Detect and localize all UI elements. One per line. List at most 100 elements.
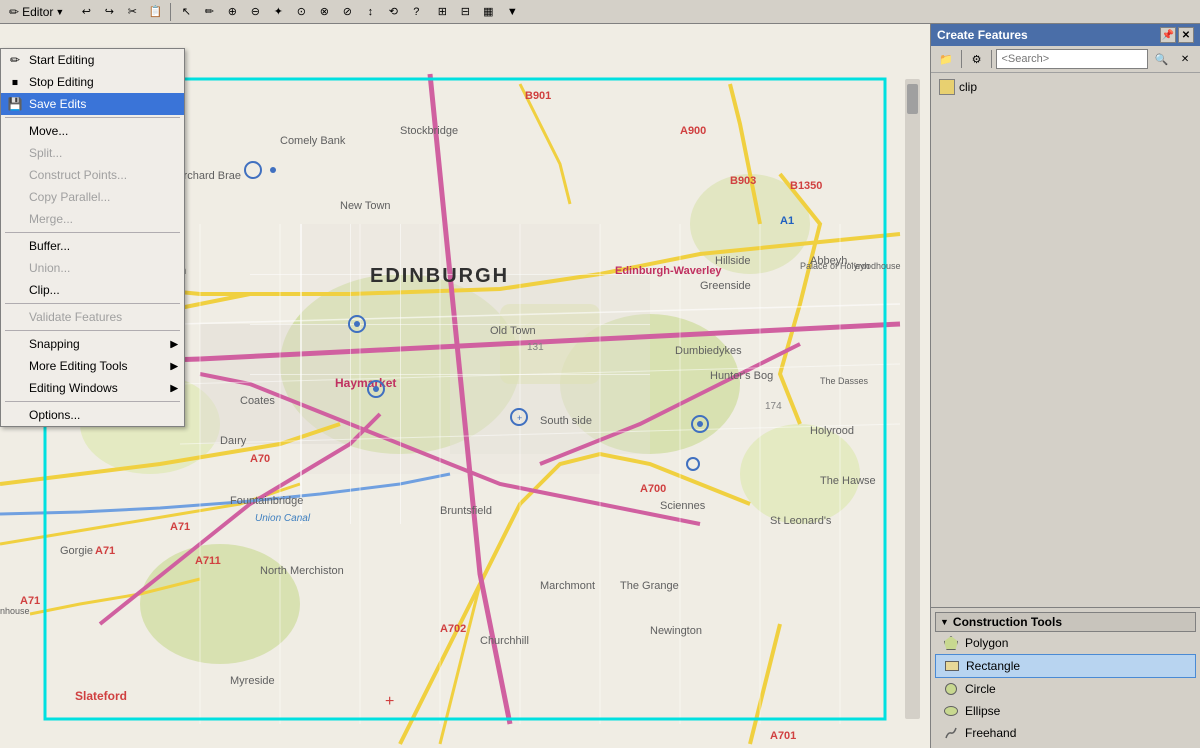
menu-item-snapping[interactable]: Snapping ▶	[1, 333, 184, 355]
svg-text:The Dasses: The Dasses	[820, 376, 869, 386]
svg-text:Holyrood: Holyrood	[810, 425, 854, 437]
construction-tool-polygon[interactable]: Polygon	[935, 632, 1196, 654]
panel-close-button[interactable]: ✕	[1178, 27, 1194, 43]
svg-text:Haymarket: Haymarket	[335, 376, 396, 390]
panel-header: Create Features 📌 ✕	[931, 24, 1200, 46]
menu-item-options[interactable]: Options...	[1, 404, 184, 426]
panel-clear-btn[interactable]: ✕	[1174, 48, 1196, 70]
svg-text:Stockbridge: Stockbridge	[400, 125, 458, 137]
menu-item-save-edits[interactable]: 💾 Save Edits	[1, 93, 184, 115]
panel-pin-button[interactable]: 📌	[1160, 27, 1176, 43]
dropdown-arrow-icon: ▼	[55, 7, 64, 17]
toolbar-btn-10[interactable]: ⊙	[290, 1, 312, 23]
svg-text:Palace of Holyroodhouse: Palace of Holyroodhouse	[800, 261, 901, 271]
toolbar-btn-3[interactable]: ✂	[121, 1, 143, 23]
ellipse-label: Ellipse	[965, 704, 1000, 718]
ellipse-icon	[943, 703, 959, 719]
svg-text:Churchhill: Churchhill	[480, 635, 529, 647]
start-editing-icon: ✏	[7, 52, 23, 68]
toolbar-btn-15[interactable]: ?	[405, 1, 427, 23]
svg-text:A700: A700	[640, 483, 666, 495]
construction-tool-circle[interactable]: Circle	[935, 678, 1196, 700]
svg-text:nhouse: nhouse	[0, 606, 30, 616]
menu-item-stop-editing[interactable]: ⏹ Stop Editing	[1, 71, 184, 93]
toolbar: ✏ Editor ▼ ↩ ↪ ✂ 📋 ↖ ✏ ⊕ ⊖ ✦ ⊙ ⊗ ⊘ ↕ ⟲ ?…	[0, 0, 1200, 24]
svg-text:A70: A70	[250, 453, 270, 465]
toolbar-view-1[interactable]: ⊞	[431, 1, 453, 23]
svg-text:St Leonard's: St Leonard's	[770, 515, 832, 527]
layer-icon-clip	[939, 79, 955, 95]
panel-search-input[interactable]	[996, 49, 1148, 69]
panel-gear-btn[interactable]: ⚙	[966, 48, 988, 70]
toolbar-btn-8[interactable]: ⊖	[244, 1, 266, 23]
editor-dropdown-menu: ✏ Start Editing ⏹ Stop Editing 💾 Save Ed…	[0, 48, 185, 427]
panel-toolbar-divider	[961, 50, 962, 68]
svg-text:B903: B903	[730, 175, 756, 187]
editor-label: Editor	[22, 5, 53, 19]
svg-text:EDINBURGH: EDINBURGH	[370, 265, 509, 287]
svg-text:+: +	[517, 413, 522, 423]
svg-text:B1350: B1350	[790, 180, 822, 192]
construction-tool-ellipse[interactable]: Ellipse	[935, 700, 1196, 722]
circle-icon	[943, 681, 959, 697]
toolbar-btn-13[interactable]: ↕	[359, 1, 381, 23]
svg-text:The Hawse: The Hawse	[820, 475, 876, 487]
menu-item-start-editing[interactable]: ✏ Start Editing	[1, 49, 184, 71]
construction-tool-rectangle[interactable]: Rectangle	[935, 654, 1196, 678]
layer-item-clip[interactable]: clip	[935, 77, 1196, 97]
svg-text:A71: A71	[95, 545, 115, 557]
svg-text:Bruntsfield: Bruntsfield	[440, 505, 492, 517]
toolbar-btn-1[interactable]: ↩	[75, 1, 97, 23]
construction-tools-title: Construction Tools	[953, 615, 1062, 629]
svg-text:Coates: Coates	[240, 395, 275, 407]
editor-menu-button[interactable]: ✏ Editor ▼	[2, 1, 71, 23]
circle-label: Circle	[965, 682, 996, 696]
toolbar-view-2[interactable]: ⊟	[454, 1, 476, 23]
svg-text:B901: B901	[525, 90, 551, 102]
svg-text:Fountainbridge: Fountainbridge	[230, 495, 303, 507]
panel-search-btn[interactable]: 🔍	[1150, 48, 1172, 70]
toolbar-btn-14[interactable]: ⟲	[382, 1, 404, 23]
construction-tools-section: ▼ Construction Tools Polygon	[931, 607, 1200, 748]
toolbar-dropdown[interactable]: ▼	[501, 1, 523, 23]
toolbar-btn-11[interactable]: ⊗	[313, 1, 335, 23]
panel-folder-btn[interactable]: 📁	[935, 48, 957, 70]
svg-text:Gorgie: Gorgie	[60, 545, 93, 557]
construction-tool-freehand[interactable]: Freehand	[935, 722, 1196, 744]
menu-item-editing-windows[interactable]: Editing Windows ▶	[1, 377, 184, 399]
stop-editing-icon: ⏹	[7, 74, 23, 90]
panel-title: Create Features	[937, 28, 1028, 42]
menu-item-more-editing-tools[interactable]: More Editing Tools ▶	[1, 355, 184, 377]
toolbar-btn-4[interactable]: 📋	[144, 1, 166, 23]
menu-item-buffer[interactable]: Buffer...	[1, 235, 184, 257]
svg-text:+: +	[385, 693, 394, 710]
toolbar-btn-2[interactable]: ↪	[98, 1, 120, 23]
svg-text:A71: A71	[20, 595, 40, 607]
layer-label-clip: clip	[959, 80, 977, 94]
separator-3	[5, 303, 180, 304]
svg-text:Old Town: Old Town	[490, 325, 536, 337]
menu-item-split: Split...	[1, 142, 184, 164]
menu-item-clip[interactable]: Clip...	[1, 279, 184, 301]
menu-item-move[interactable]: Move...	[1, 120, 184, 142]
edit-icon: ✏	[9, 5, 19, 19]
freehand-label: Freehand	[965, 726, 1016, 740]
toolbar-btn-6[interactable]: ✏	[198, 1, 220, 23]
svg-text:A1: A1	[780, 215, 794, 227]
panel-toolbar: 📁 ⚙ 🔍 ✕	[931, 46, 1200, 73]
toolbar-btn-12[interactable]: ⊘	[336, 1, 358, 23]
svg-text:A701: A701	[770, 730, 796, 742]
toolbar-btn-9[interactable]: ✦	[267, 1, 289, 23]
svg-text:Dumbiedykes: Dumbiedykes	[675, 345, 742, 357]
menu-item-merge: Merge...	[1, 208, 184, 230]
toolbar-btn-7[interactable]: ⊕	[221, 1, 243, 23]
separator-5	[5, 401, 180, 402]
svg-text:Newington: Newington	[650, 625, 702, 637]
construction-tools-header[interactable]: ▼ Construction Tools	[935, 612, 1196, 632]
toolbar-btn-5[interactable]: ↖	[175, 1, 197, 23]
right-panel: Create Features 📌 ✕ 📁 ⚙ 🔍 ✕	[930, 24, 1200, 748]
toolbar-view-3[interactable]: ▦	[477, 1, 499, 23]
svg-text:Marchmont: Marchmont	[540, 580, 595, 592]
construction-tools-collapse-icon: ▼	[940, 617, 949, 627]
menu-item-construct-points: Construct Points...	[1, 164, 184, 186]
